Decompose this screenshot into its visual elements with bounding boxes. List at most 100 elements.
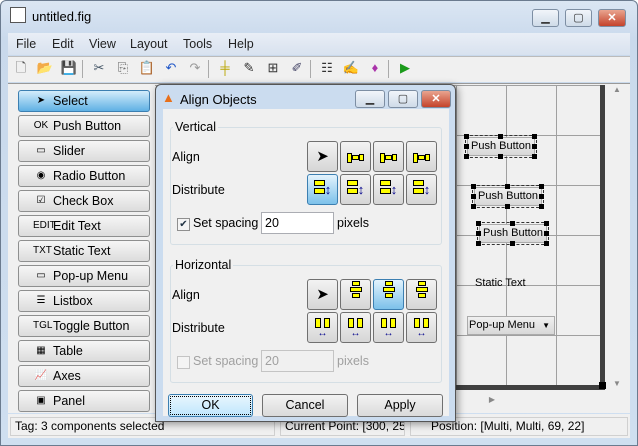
selection-handle[interactable] [498, 134, 503, 139]
selection-handle[interactable] [539, 194, 544, 199]
align-icon[interactable]: ╪ [216, 59, 234, 77]
align-top-button[interactable] [340, 141, 371, 172]
selection-handle[interactable] [539, 184, 544, 189]
minimize-button[interactable]: ▁ [532, 9, 559, 27]
vertical-align-off-button[interactable]: ➤ [307, 141, 338, 172]
distribute-bottom-button[interactable]: ↕ [373, 174, 404, 205]
selection-handle[interactable] [498, 154, 503, 159]
undo-icon[interactable]: ↶ [162, 59, 180, 77]
palette-static-text[interactable]: TXT Static Text [18, 240, 150, 262]
matlab-logo-icon: ▲ [162, 90, 175, 105]
paste-icon[interactable]: 📋 [138, 59, 156, 77]
horizontal-spacing-input[interactable]: 20 [261, 350, 334, 372]
distribute-left-button[interactable]: ↔ [307, 312, 338, 343]
menu-tools[interactable]: Tools [183, 37, 212, 51]
vertical-spacing-input[interactable]: 20 [261, 212, 334, 234]
selection-handle[interactable] [544, 231, 549, 236]
selection-handle[interactable] [544, 241, 549, 246]
align-right-button[interactable] [406, 279, 437, 310]
run-icon[interactable]: ▶ [396, 59, 414, 77]
canvas-popup-menu[interactable]: Pop-up Menu ▼ [467, 316, 555, 335]
selection-handle[interactable] [476, 231, 481, 236]
distribute-vertical-gap-button[interactable]: ↕ [406, 174, 437, 205]
distribute-right-button[interactable]: ↔ [373, 312, 404, 343]
apply-button[interactable]: Apply [357, 394, 443, 417]
cut-icon[interactable]: ✂ [90, 59, 108, 77]
property-inspector-icon[interactable]: ✍ [342, 59, 360, 77]
distribute-horizontal-center-button[interactable]: ↔ [340, 312, 371, 343]
menu-file[interactable]: File [16, 37, 36, 51]
palette-label: Panel [53, 394, 85, 408]
vertical-align-off-icon: ➤ [316, 148, 329, 165]
menu-layout[interactable]: Layout [130, 37, 168, 51]
cancel-button[interactable]: Cancel [262, 394, 348, 417]
distribute-horizontal-gap-button[interactable]: ↔ [406, 312, 437, 343]
palette-slider[interactable]: ▭ Slider [18, 140, 150, 162]
selection-handle[interactable] [539, 204, 544, 209]
horizontal-set-spacing-checkbox[interactable] [177, 356, 190, 369]
selection-handle[interactable] [464, 154, 469, 159]
mfile-editor-icon[interactable]: ☷ [318, 59, 336, 77]
selection-handle[interactable] [476, 221, 481, 226]
selection-handle[interactable] [476, 241, 481, 246]
palette-axes[interactable]: 📈 Axes [18, 365, 150, 387]
selection-handle[interactable] [544, 221, 549, 226]
dialog-close-button[interactable]: ✕ [421, 90, 451, 108]
palette-select[interactable]: ➤ Select [18, 90, 150, 112]
distribute-horizontal-gap-icon: ↔ [407, 314, 436, 339]
selection-handle[interactable] [505, 184, 510, 189]
vertical-set-spacing-label: Set spacing [193, 216, 259, 230]
dialog-minimize-button[interactable]: ▁ [355, 90, 385, 108]
static-text-icon: TXT [33, 245, 52, 256]
canvas-resize-handle[interactable] [599, 382, 606, 389]
selection-handle[interactable] [532, 134, 537, 139]
save-icon[interactable]: 💾 [60, 59, 78, 77]
selection-handle[interactable] [471, 184, 476, 189]
new-icon[interactable]: 🗋 [12, 59, 30, 77]
tab-order-icon[interactable]: ⊞ [264, 59, 282, 77]
slider-icon: ▭ [36, 145, 46, 156]
palette-panel[interactable]: ▣ Panel [18, 390, 150, 412]
selection-handle[interactable] [532, 144, 537, 149]
selection-handle[interactable] [505, 204, 510, 209]
maximize-button[interactable]: ▢ [565, 9, 592, 27]
align-vertical-center-button[interactable] [373, 141, 404, 172]
align-left-button[interactable] [340, 279, 371, 310]
selection-handle[interactable] [510, 241, 515, 246]
close-button[interactable]: ✕ [598, 9, 626, 27]
palette-edit-text[interactable]: EDIT Edit Text [18, 215, 150, 237]
chevron-down-icon: ▼ [542, 321, 550, 330]
selection-handle[interactable] [510, 221, 515, 226]
palette-check-box[interactable]: ☑ Check Box [18, 190, 150, 212]
selection-handle[interactable] [464, 134, 469, 139]
selection-handle[interactable] [464, 144, 469, 149]
align-bottom-button[interactable] [406, 141, 437, 172]
toolbar-editor-icon[interactable]: ✐ [288, 59, 306, 77]
vertical-scrollbar[interactable]: ▲ ▼ [608, 85, 626, 390]
menu-editor-icon[interactable]: ✎ [240, 59, 258, 77]
palette-listbox[interactable]: ☰ Listbox [18, 290, 150, 312]
ok-button[interactable]: OK [168, 394, 253, 417]
distribute-vertical-center-button[interactable]: ↕ [340, 174, 371, 205]
palette-push-button[interactable]: OK Push Button [18, 115, 150, 137]
align-horizontal-center-button[interactable] [373, 279, 404, 310]
redo-icon[interactable]: ↷ [186, 59, 204, 77]
palette-pop-up-menu[interactable]: ▭ Pop-up Menu [18, 265, 150, 287]
vertical-set-spacing-checkbox[interactable]: ✔ [177, 218, 190, 231]
palette-radio-button[interactable]: ◉ Radio Button [18, 165, 150, 187]
palette-table[interactable]: ▦ Table [18, 340, 150, 362]
distribute-top-button[interactable]: ↕ [307, 174, 338, 205]
selection-handle[interactable] [471, 194, 476, 199]
copy-icon[interactable]: ⎘ [114, 59, 132, 77]
object-browser-icon[interactable]: ♦ [366, 59, 384, 77]
selection-handle[interactable] [471, 204, 476, 209]
dialog-maximize-button[interactable]: ▢ [388, 90, 418, 108]
menu-view[interactable]: View [89, 37, 116, 51]
menu-help[interactable]: Help [228, 37, 254, 51]
canvas-static-text[interactable]: Static Text [475, 277, 526, 289]
menu-edit[interactable]: Edit [52, 37, 74, 51]
selection-handle[interactable] [532, 154, 537, 159]
palette-toggle-button[interactable]: TGL Toggle Button [18, 315, 150, 337]
open-icon[interactable]: 📂 [36, 59, 54, 77]
horizontal-align-off-button[interactable]: ➤ [307, 279, 338, 310]
